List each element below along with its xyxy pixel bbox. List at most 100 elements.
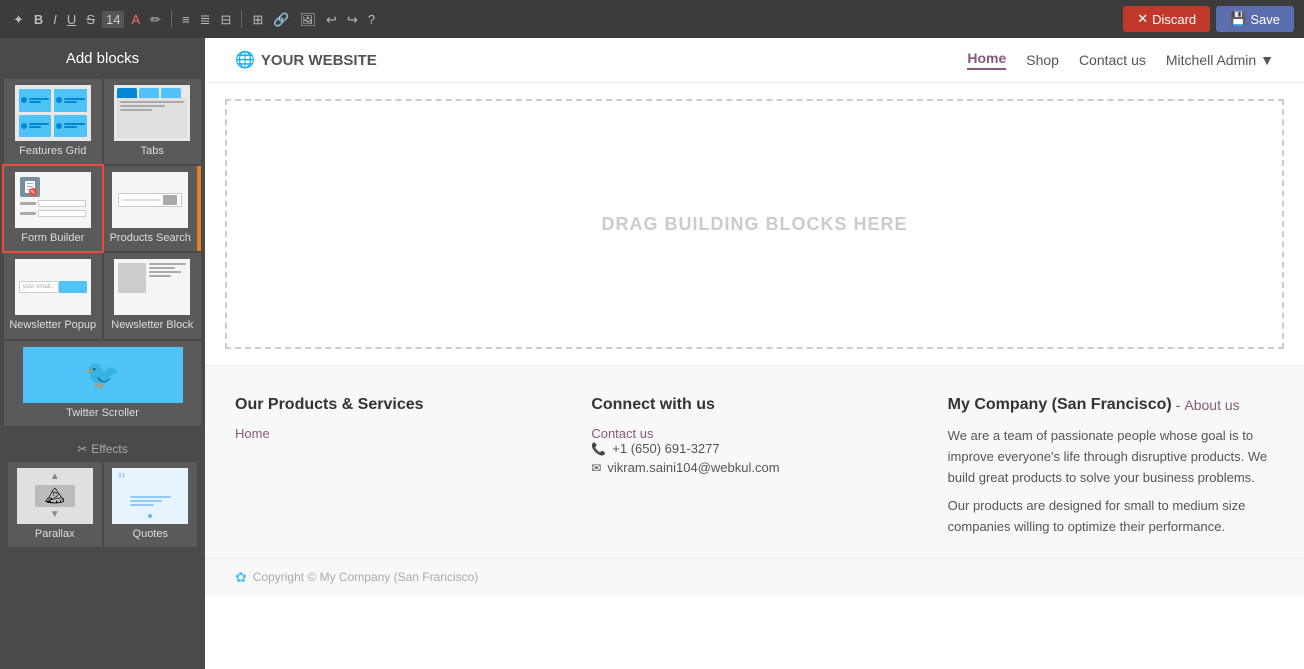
block-item-tabs[interactable]: Tabs [104,79,202,164]
discard-icon: ✕ [1137,11,1148,27]
nav-link-home[interactable]: Home [967,50,1006,70]
nav-links: Home Shop Contact us [967,50,1146,70]
effects-title: ✂ Effects [4,436,201,462]
footer-company-name: My Company (San Francisco) [948,396,1172,414]
align-icon[interactable]: ⊟ [218,11,235,28]
undo-icon[interactable]: ↩ [323,11,340,28]
save-label: Save [1250,12,1280,27]
footer-about-link[interactable]: About us [1184,397,1239,413]
footer-company-header: My Company (San Francisco) - About us [948,396,1274,414]
block-label-quotes: Quotes [133,528,168,541]
drop-zone-text: DRAG BUILDING BLOCKS HERE [601,214,907,235]
website-footer: Our Products & Services Home Connect wit… [205,365,1304,596]
drop-zone[interactable]: DRAG BUILDING BLOCKS HERE [225,99,1284,349]
nav-link-shop[interactable]: Shop [1026,52,1059,68]
block-item-twitter-scroller[interactable]: 🐦 Twitter Scroller [4,341,201,426]
font-size[interactable]: 14 [102,11,124,28]
block-label-features-grid: Features Grid [19,145,86,158]
website-preview: 🌐 YOUR WEBSITE Home Shop Contact us Mitc… [205,38,1304,669]
footer-dash: - [1176,397,1181,413]
italic-icon[interactable]: I [50,11,60,28]
link-icon[interactable]: 🔗 [270,11,292,28]
phone-icon: 📞 [591,442,606,456]
discard-label: Discard [1152,12,1196,27]
block-label-newsletter-block: Newsletter Block [111,319,193,332]
block-grid: Features Grid [0,79,205,426]
bold-icon[interactable]: B [31,11,46,28]
discard-button[interactable]: ✕ Discard [1123,6,1210,32]
block-item-parallax[interactable]: ▲ 🏔 ▼ Parallax [8,462,102,547]
sidebar: Add blocks Features Grid [0,38,205,669]
save-button[interactable]: 💾 Save [1216,6,1294,32]
footer-phone-item: 📞 +1 (650) 691-3277 [591,441,917,456]
block-thumb-twitter-scroller: 🐦 [23,347,183,403]
magic-wand-icon: ✂ [77,442,87,456]
mountain-icon: 🏔 [45,486,65,506]
block-item-features-grid[interactable]: Features Grid [4,79,102,164]
block-thumb-features-grid [15,85,91,141]
effects-grid: ▲ 🏔 ▼ Parallax [4,462,201,547]
block-thumb-form-builder: ✎ [15,172,91,228]
sidebar-title: Add blocks [0,38,205,79]
quote-icon: " [118,470,125,493]
toolbar-actions: ✕ Discard 💾 Save [1123,6,1294,32]
block-item-quotes[interactable]: " Quotes [104,462,198,547]
block-label-parallax: Parallax [35,528,75,541]
block-item-newsletter-block[interactable]: Newsletter Block [104,253,202,338]
website-nav: 🌐 YOUR WEBSITE Home Shop Contact us Mitc… [205,38,1304,83]
footer-desc-2: Our products are designed for small to m… [948,496,1274,538]
separator-1 [171,10,172,28]
block-item-newsletter-popup[interactable]: your email.. Newsletter Popup [4,253,102,338]
redo-icon[interactable]: ↪ [344,11,361,28]
table-icon[interactable]: ⊞ [249,11,266,28]
email-icon: ✉ [591,461,601,475]
block-item-form-builder[interactable]: ✎ Form Builder [4,166,102,251]
footer-email-item: ✉ vikram.saini104@webkul.com [591,460,917,475]
nav-user-name: Mitchell Admin [1166,52,1256,68]
block-label-form-builder: Form Builder [21,232,84,245]
separator-2 [241,10,242,28]
block-thumb-quotes: " [112,468,188,524]
underline-icon[interactable]: U [64,11,79,28]
block-label-tabs: Tabs [141,145,164,158]
footer-columns: Our Products & Services Home Connect wit… [205,366,1304,558]
list-ordered-icon[interactable]: ≣ [197,11,214,28]
block-item-products-search[interactable]: Products Search [104,166,202,251]
block-thumb-newsletter-block [114,259,190,315]
magic-icon[interactable]: ✦ [10,11,27,28]
block-thumb-tabs [114,85,190,141]
list-unordered-icon[interactable]: ≡ [179,11,193,28]
help-icon[interactable]: ? [365,11,378,28]
footer-col-company: My Company (San Francisco) - About us We… [948,396,1274,538]
toolbar-icons: ✦ B I U S 14 A ✏ ≡ ≣ ⊟ ⊞ 🔗 🖼 ↩ ↪ ? [10,10,1119,28]
image-icon[interactable]: 🖼 [297,11,320,28]
chevron-down-icon: ▼ [1260,52,1274,68]
strikethrough-icon[interactable]: S [83,11,98,28]
globe-icon: 🌐 [235,50,255,70]
footer-contact-link[interactable]: Contact us [591,426,917,441]
footer-col-connect: Connect with us Contact us 📞 +1 (650) 69… [591,396,917,538]
font-color-icon[interactable]: A [128,11,143,28]
block-label-twitter-scroller: Twitter Scroller [66,407,139,420]
footer-phone: +1 (650) 691-3277 [612,441,719,456]
website-logo: 🌐 YOUR WEBSITE [235,50,967,70]
twitter-bird-icon: 🐦 [85,358,120,391]
footer-bottom: ✿ Copyright © My Company (San Francisco) [205,558,1304,596]
effects-section: ✂ Effects ▲ 🏔 [0,426,205,551]
footer-email: vikram.saini104@webkul.com [607,460,779,475]
nav-link-contact[interactable]: Contact us [1079,52,1146,68]
main-layout: Add blocks Features Grid [0,38,1304,669]
highlight-icon[interactable]: ✏ [147,11,164,28]
block-label-newsletter-popup: Newsletter Popup [9,319,96,332]
save-icon: 💾 [1230,11,1246,27]
block-label-products-search: Products Search [110,232,191,245]
website-logo-text: YOUR WEBSITE [261,52,377,69]
footer-col-products: Our Products & Services Home [235,396,561,538]
nav-user[interactable]: Mitchell Admin ▼ [1166,52,1274,68]
footer-link-home[interactable]: Home [235,426,561,441]
block-thumb-products-search [112,172,188,228]
footer-copyright: Copyright © My Company (San Francisco) [253,570,479,584]
footer-desc-1: We are a team of passionate people whose… [948,426,1274,488]
block-thumb-newsletter-popup: your email.. [15,259,91,315]
brand-icon: ✿ [235,569,247,586]
